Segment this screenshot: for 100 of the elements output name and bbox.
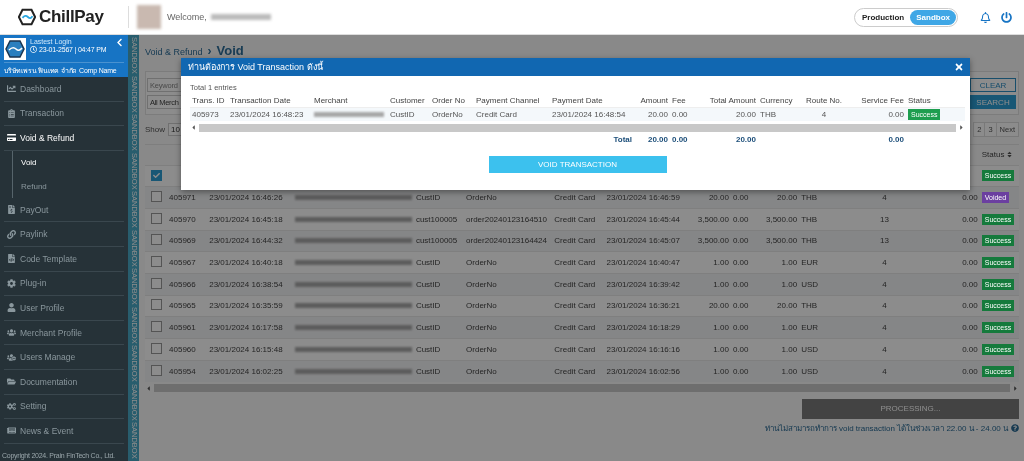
total-label: Total bbox=[613, 134, 632, 144]
sidebar-item[interactable]: News & Event bbox=[4, 419, 124, 444]
sidebar-item[interactable]: Paylink bbox=[4, 222, 124, 247]
close-button[interactable] bbox=[954, 62, 964, 72]
table-cell: 405973 bbox=[192, 109, 219, 119]
total-cell: 0.00 bbox=[888, 134, 904, 144]
table-cell: 0.00 bbox=[962, 366, 978, 376]
power-icon[interactable] bbox=[1001, 11, 1012, 23]
table-cell: Credit Card bbox=[554, 301, 596, 311]
table-cell: 3,500.00 bbox=[766, 214, 798, 224]
table-cell: CustID bbox=[390, 109, 415, 119]
table-cell: Credit Card bbox=[554, 236, 596, 246]
help-icon[interactable] bbox=[1011, 424, 1019, 433]
sidebar-item[interactable]: Users Manage bbox=[4, 345, 124, 370]
table-cell: 23/01/2024 16:39:42 bbox=[606, 279, 680, 289]
sidebar-item[interactable]: Code Template bbox=[4, 246, 124, 272]
row-checkbox[interactable] bbox=[150, 364, 162, 376]
row-checkbox[interactable] bbox=[150, 256, 162, 268]
row-checkbox[interactable] bbox=[150, 212, 162, 224]
table-cell: 405960 bbox=[169, 344, 196, 354]
sidebar-item[interactable]: Merchant Profile bbox=[4, 320, 124, 346]
table-cell: 1.00 bbox=[781, 344, 798, 354]
table-cell: OrderNo bbox=[466, 258, 497, 268]
sidebar-item[interactable]: Documentation bbox=[4, 369, 124, 395]
table-cell: THB bbox=[801, 214, 818, 224]
sidebar-item[interactable]: PayOut bbox=[4, 197, 124, 223]
column-header: Payment Channel bbox=[476, 95, 540, 105]
scroll-left-icon[interactable] bbox=[190, 124, 197, 131]
table-cell: 1.00 bbox=[713, 366, 729, 376]
table-cell: 4 bbox=[821, 109, 827, 119]
table-cell: 0.00 bbox=[962, 301, 978, 311]
table-cell: EUR bbox=[801, 323, 819, 333]
table-cell: 3,500.00 bbox=[766, 236, 798, 246]
table-cell: 1.00 bbox=[713, 279, 729, 289]
horizontal-scrollbar[interactable] bbox=[199, 123, 956, 132]
table-cell: Credit Card bbox=[476, 109, 517, 119]
column-header: Service Fee bbox=[861, 95, 904, 105]
horizontal-scrollbar[interactable] bbox=[154, 384, 1010, 393]
table-cell: 0.00 bbox=[732, 258, 749, 268]
table-cell: 405967 bbox=[169, 258, 196, 268]
sidebar-subitem[interactable]: Refund bbox=[13, 174, 124, 198]
table-cell: 1.00 bbox=[781, 258, 798, 268]
sidebar-item[interactable]: User Profile bbox=[4, 296, 124, 321]
table-cell: order20240123164424 bbox=[466, 236, 547, 246]
column-header: Amount bbox=[640, 95, 668, 105]
table-cell: 23/01/2024 16:45:07 bbox=[606, 236, 680, 246]
scroll-right-icon[interactable] bbox=[958, 124, 965, 131]
table-cell: 23/01/2024 16:48:23 bbox=[230, 109, 304, 119]
sidebar-item[interactable]: Setting bbox=[4, 394, 124, 420]
company-logo bbox=[4, 38, 26, 60]
column-header: Merchant bbox=[314, 95, 348, 105]
table-cell: 1.00 bbox=[781, 366, 798, 376]
table-cell: 1.00 bbox=[781, 279, 798, 289]
table-cell: 0.00 bbox=[962, 236, 978, 246]
gear-icon bbox=[7, 278, 16, 288]
clear-button[interactable]: CLEAR bbox=[970, 78, 1016, 92]
sort-icon[interactable] bbox=[1006, 151, 1014, 159]
search-button[interactable]: SEARCH bbox=[970, 95, 1016, 109]
row-checkbox[interactable] bbox=[150, 234, 162, 246]
column-header: Transaction Date bbox=[230, 95, 291, 105]
table-cell: 405971 bbox=[169, 193, 196, 203]
gears-icon bbox=[7, 401, 16, 411]
row-checkbox[interactable] bbox=[150, 299, 162, 311]
table-cell: OrderNo bbox=[466, 323, 497, 333]
table-cell: USD bbox=[801, 344, 819, 354]
scroll-right-icon[interactable] bbox=[1012, 384, 1019, 392]
column-header: Status bbox=[981, 150, 1005, 160]
table-cell: Credit Card bbox=[554, 193, 596, 203]
row-checkbox[interactable] bbox=[150, 170, 162, 182]
table-cell: 0.00 bbox=[962, 344, 978, 354]
collapse-icon[interactable] bbox=[115, 38, 124, 47]
code-file-icon bbox=[7, 254, 16, 264]
row-checkbox[interactable] bbox=[150, 342, 162, 354]
table-cell: 23/01/2024 16:16:16 bbox=[606, 344, 680, 354]
row-checkbox[interactable] bbox=[150, 277, 162, 289]
bell-icon[interactable] bbox=[980, 11, 991, 23]
logo-icon bbox=[18, 8, 36, 26]
table-cell: 405954 bbox=[169, 366, 196, 376]
sidebar-item[interactable]: Void & Refund bbox=[4, 126, 124, 151]
column-header: Payment Date bbox=[552, 95, 603, 105]
table-cell: 0.00 bbox=[732, 301, 749, 311]
sidebar-item[interactable]: Dashboard bbox=[4, 77, 124, 102]
table-cell: CustID bbox=[415, 344, 441, 354]
table-cell: 13 bbox=[879, 214, 889, 224]
row-checkbox[interactable] bbox=[150, 191, 162, 203]
row-checkbox[interactable] bbox=[150, 321, 162, 333]
processing-button[interactable]: PROCESSING... bbox=[802, 398, 1019, 419]
sidebar-item[interactable]: Plug-in bbox=[4, 271, 124, 297]
environment-option[interactable]: Sandbox bbox=[910, 9, 956, 25]
brand-logo-text: ChillPay bbox=[39, 7, 104, 27]
scroll-left-icon[interactable] bbox=[145, 384, 152, 392]
table-cell: 23/01/2024 16:18:29 bbox=[606, 323, 680, 333]
breadcrumb-link[interactable]: Void & Refund bbox=[145, 47, 203, 57]
column-header: Trans. ID bbox=[192, 95, 225, 105]
sidebar-subitem[interactable]: Void bbox=[13, 150, 124, 175]
table-cell: 20.00 bbox=[735, 109, 756, 119]
table-cell: 20.00 bbox=[708, 301, 729, 311]
sidebar-item[interactable]: Transaction bbox=[4, 101, 124, 127]
table-cell: OrderNo bbox=[466, 366, 497, 376]
document-icon bbox=[7, 205, 16, 215]
